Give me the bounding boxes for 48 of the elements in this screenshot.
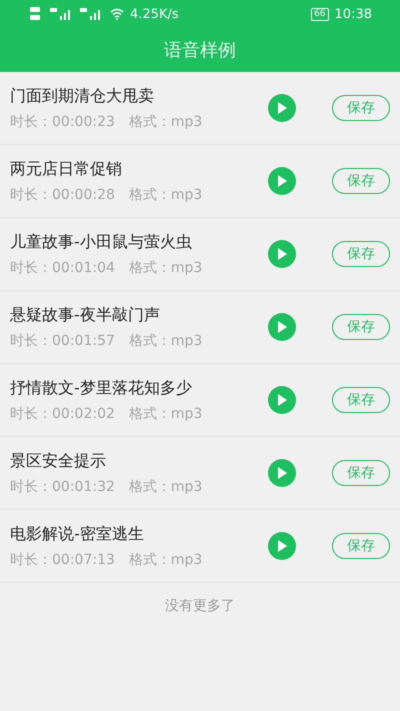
duration-text: 时长：00:00:28 xyxy=(10,186,115,204)
play-button[interactable] xyxy=(268,386,296,414)
sample-title: 两元店日常促销 xyxy=(10,158,123,180)
sample-title: 景区安全提示 xyxy=(10,450,107,472)
format-text: 格式：mp3 xyxy=(128,186,202,204)
format-text: 格式：mp3 xyxy=(128,112,202,130)
page-title: 语音样例 xyxy=(164,39,236,62)
sample-row[interactable]: 景区安全提示 时长：00:01:32 格式：mp3 保存 xyxy=(0,437,400,510)
duration-text: 时长：00:01:32 xyxy=(10,478,115,496)
battery-level: 66 xyxy=(311,8,329,20)
play-button[interactable] xyxy=(268,459,296,487)
duration-text: 时长：00:07:13 xyxy=(10,550,115,568)
sample-row[interactable]: 门面到期清仓大甩卖 时长：00:00:23 格式：mp3 保存 xyxy=(0,72,400,145)
play-icon xyxy=(277,394,287,406)
sample-row[interactable]: 儿童故事-小田鼠与萤火虫 时长：00:01:04 格式：mp3 保存 xyxy=(0,218,400,291)
end-of-list-text: 没有更多了 xyxy=(165,598,235,614)
sample-title: 悬疑故事-夜半敲门声 xyxy=(10,304,161,326)
sample-title: 电影解说-密室逃生 xyxy=(10,524,145,544)
play-button[interactable] xyxy=(268,313,296,341)
sample-row[interactable]: 抒情散文-梦里落花知多少 时长：00:02:02 格式：mp3 保存 xyxy=(0,364,400,437)
sample-row[interactable]: 两元店日常促销 时长：00:00:28 格式：mp3 保存 xyxy=(0,145,400,218)
duration-text: 时长：00:01:57 xyxy=(10,332,115,350)
format-text: 格式：mp3 xyxy=(128,404,202,422)
play-button[interactable] xyxy=(268,167,296,195)
clock: 10:38 xyxy=(334,6,372,22)
play-button[interactable] xyxy=(268,94,296,122)
play-icon xyxy=(277,248,287,260)
network-speed: 4.25K/s xyxy=(130,6,179,22)
sample-row[interactable]: 悬疑故事-夜半敲门声 时长：00:01:57 格式：mp3 保存 xyxy=(0,291,400,364)
sample-title: 门面到期清仓大甩卖 xyxy=(10,86,155,106)
play-button[interactable] xyxy=(268,532,296,560)
duration-text: 时长：00:01:04 xyxy=(10,258,115,276)
format-text: 格式：mp3 xyxy=(128,332,202,350)
sample-title: 儿童故事-小田鼠与萤火虫 xyxy=(10,232,193,252)
play-button[interactable] xyxy=(268,240,296,268)
format-text: 格式：mp3 xyxy=(128,258,202,276)
format-text: 格式：mp3 xyxy=(128,550,202,568)
sample-row[interactable]: 电影解说-密室逃生 时长：00:07:13 格式：mp3 保存 xyxy=(0,510,400,583)
play-icon xyxy=(277,467,287,479)
sample-title: 抒情散文-梦里落花知多少 xyxy=(10,378,193,398)
format-text: 格式：mp3 xyxy=(128,478,202,496)
play-icon xyxy=(277,102,287,114)
play-icon xyxy=(277,321,287,333)
duration-text: 时长：00:02:02 xyxy=(10,404,115,422)
duration-text: 时长：00:00:23 xyxy=(10,112,115,130)
wifi-icon xyxy=(110,8,124,20)
play-icon xyxy=(277,540,287,552)
play-icon xyxy=(277,175,287,187)
